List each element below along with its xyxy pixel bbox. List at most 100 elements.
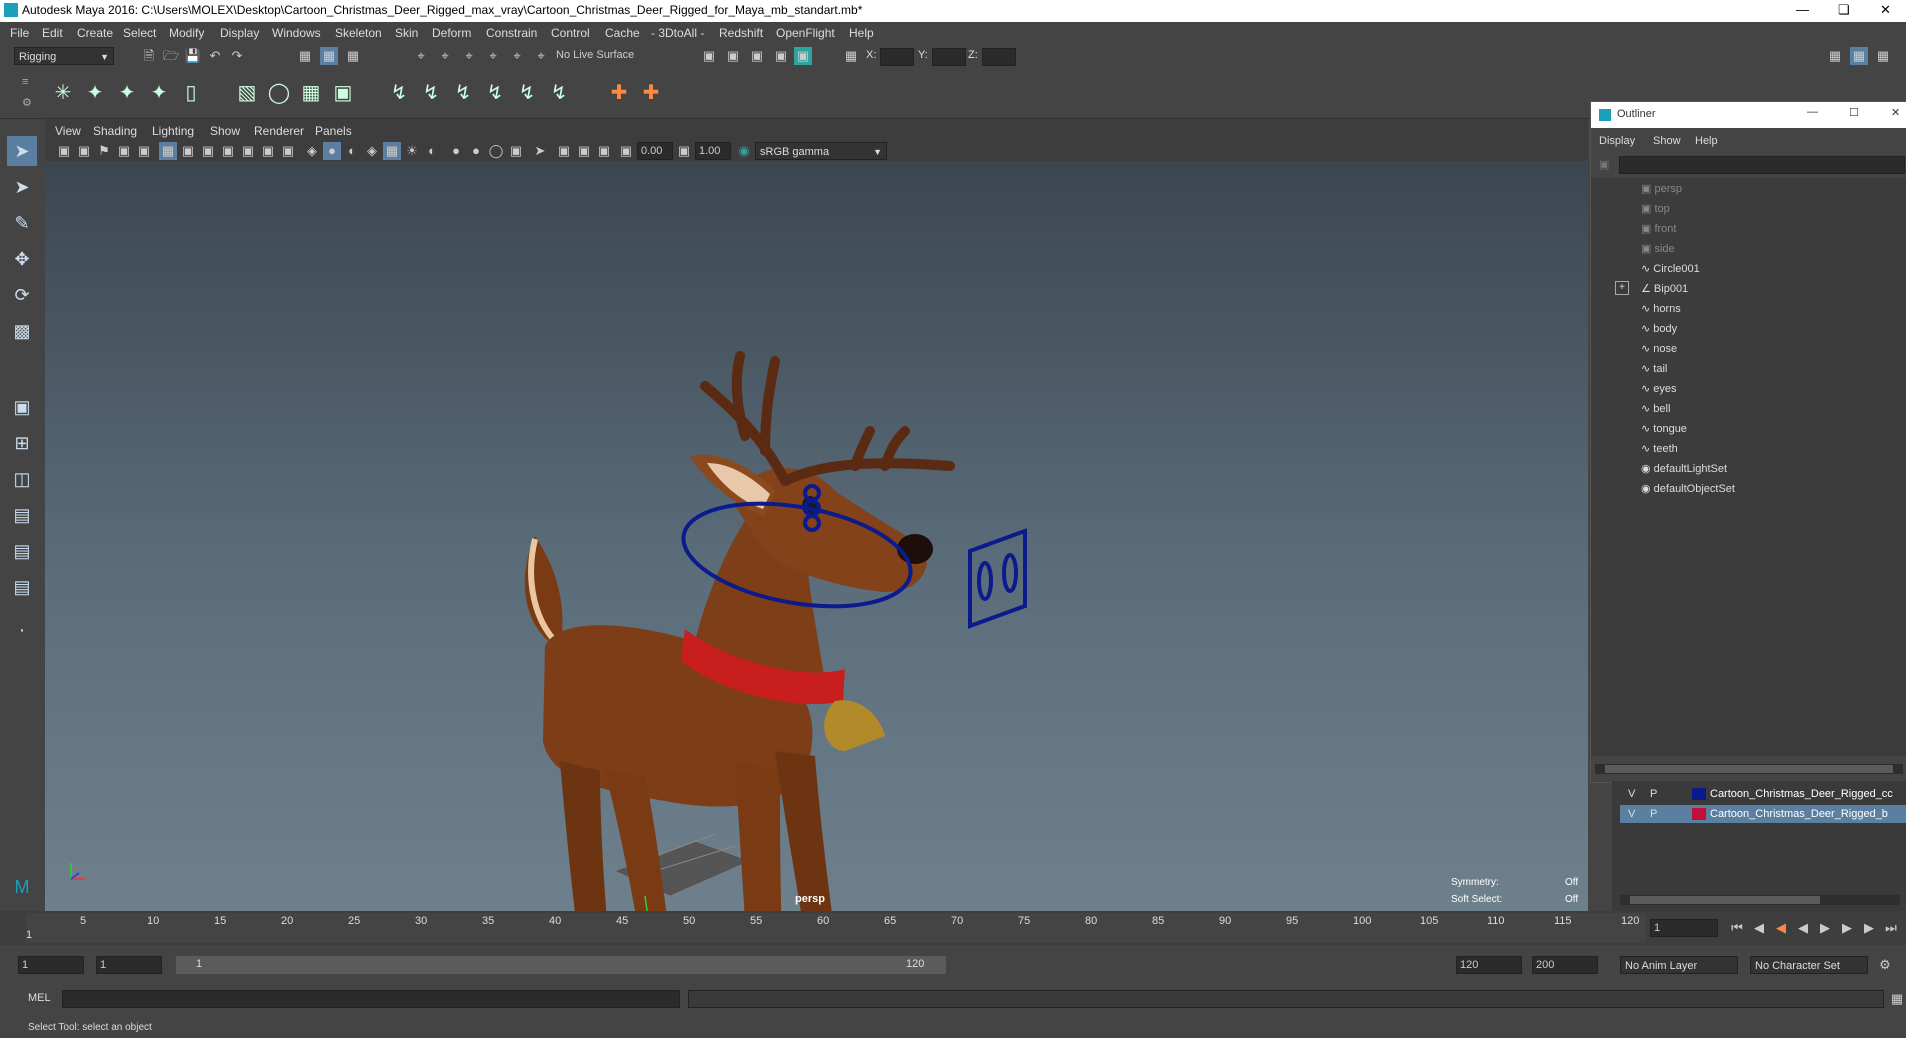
outliner-item[interactable]: ▣ top bbox=[1641, 202, 1670, 215]
layer-visibility[interactable]: V bbox=[1628, 808, 1635, 820]
outliner-item[interactable]: ∿ tongue bbox=[1641, 422, 1687, 435]
close-icon[interactable]: ✕ bbox=[1880, 2, 1891, 18]
outliner-item[interactable]: ∿ nose bbox=[1641, 342, 1677, 355]
menu-modify[interactable]: Modify bbox=[169, 26, 204, 40]
viewport-3d[interactable]: persp Symmetry: Off Soft Select: Off bbox=[45, 161, 1588, 911]
close-icon[interactable]: ✕ bbox=[1891, 106, 1900, 119]
menu-openflight[interactable]: OpenFlight bbox=[776, 26, 835, 40]
single-view-icon[interactable]: ▣ bbox=[7, 392, 37, 422]
menu-skin[interactable]: Skin bbox=[395, 26, 418, 40]
paint-weights-icon[interactable]: ◯ bbox=[264, 78, 294, 108]
outliner-item[interactable]: ∿ eyes bbox=[1641, 382, 1677, 395]
depth-of-field-icon[interactable]: ▣ bbox=[507, 142, 525, 160]
menu-set-dropdown[interactable]: Rigging ▼ bbox=[14, 47, 114, 65]
outliner-item[interactable]: ∿ body bbox=[1641, 322, 1677, 335]
undo-icon[interactable]: ↶ bbox=[206, 47, 224, 65]
anti-aliasing-icon[interactable]: ◯ bbox=[487, 142, 505, 160]
menu-display[interactable]: Display bbox=[220, 26, 259, 40]
layer-playback[interactable]: P bbox=[1650, 808, 1657, 820]
vp-menu-show[interactable]: Show bbox=[210, 124, 240, 138]
time-ruler[interactable]: 1 5 10 15 20 25 30 35 40 45 50 55 60 65 … bbox=[26, 913, 1646, 943]
menu-edit[interactable]: Edit bbox=[42, 26, 63, 40]
outliner-item[interactable]: ∿ horns bbox=[1641, 302, 1681, 315]
outliner-item[interactable]: ∠ Bip001 bbox=[1641, 282, 1688, 295]
play-forward-icon[interactable]: ▶ bbox=[1816, 919, 1834, 937]
rotate-tool-icon[interactable]: ⟳ bbox=[7, 280, 37, 310]
minimize-icon[interactable]: — bbox=[1796, 2, 1809, 17]
filter-icon[interactable]: ▣ bbox=[1599, 158, 1609, 171]
select-hierarchy-icon[interactable]: ▦ bbox=[296, 47, 314, 65]
joint-tool-icon[interactable]: ✳ bbox=[48, 78, 78, 108]
expand-layouts-icon[interactable]: ‧ bbox=[7, 616, 37, 646]
redo-icon[interactable]: ↷ bbox=[228, 47, 246, 65]
outliner-item[interactable]: ∿ bell bbox=[1641, 402, 1670, 415]
animation-start-field[interactable]: 1 bbox=[18, 956, 84, 974]
graph-persp-icon[interactable]: ▤ bbox=[7, 536, 37, 566]
motion-blur-icon[interactable]: ● bbox=[467, 142, 485, 160]
tool-settings-icon[interactable]: ▦ bbox=[1874, 47, 1892, 65]
xray-active-icon[interactable]: ▣ bbox=[575, 142, 593, 160]
outliner-item[interactable]: ◉ defaultObjectSet bbox=[1641, 482, 1735, 495]
y-coord-field[interactable] bbox=[932, 48, 966, 66]
grid-icon[interactable]: ▦ bbox=[159, 142, 177, 160]
playback-end-field[interactable]: 120 bbox=[1456, 956, 1522, 974]
restore-icon[interactable]: ❏ bbox=[1838, 2, 1850, 18]
open-scene-icon[interactable]: 🗁 bbox=[162, 47, 180, 65]
outliner-hscrollbar[interactable] bbox=[1595, 764, 1903, 774]
handle-icon[interactable]: ✚ bbox=[636, 78, 666, 108]
command-input[interactable] bbox=[62, 990, 680, 1008]
make-live-icon[interactable]: ⌖ bbox=[532, 47, 550, 65]
snap-surface-icon[interactable]: ⌖ bbox=[508, 47, 526, 65]
snap-view-icon[interactable]: ⌖ bbox=[484, 47, 502, 65]
hypershade-icon[interactable]: ▣ bbox=[772, 47, 790, 65]
ik-handle-icon[interactable]: ✦ bbox=[80, 78, 110, 108]
select-object-icon[interactable]: ▦ bbox=[320, 47, 338, 65]
exposure-icon[interactable]: ▣ bbox=[617, 142, 635, 160]
vp-menu-renderer[interactable]: Renderer bbox=[254, 124, 304, 138]
ik-spline-icon[interactable]: ✦ bbox=[112, 78, 142, 108]
parent-constraint-icon[interactable]: ↯ bbox=[512, 78, 542, 108]
layer-playback[interactable]: P bbox=[1650, 788, 1657, 800]
outliner-item[interactable]: ◉ defaultLightSet bbox=[1641, 462, 1727, 475]
go-to-start-icon[interactable]: ⏮ bbox=[1728, 919, 1746, 937]
2d-pan-zoom-icon[interactable]: ▣ bbox=[135, 142, 153, 160]
xray-joints-icon[interactable]: ▣ bbox=[595, 142, 613, 160]
snap-point-icon[interactable]: ⌖ bbox=[460, 47, 478, 65]
exposure-field[interactable]: 0.00 bbox=[637, 142, 673, 160]
image-plane-icon[interactable]: ▣ bbox=[115, 142, 133, 160]
scrollbar-thumb[interactable] bbox=[1605, 765, 1893, 773]
xray-icon[interactable]: ▣ bbox=[555, 142, 573, 160]
x-coord-field[interactable] bbox=[880, 48, 914, 66]
hypershade-persp-icon[interactable]: ▤ bbox=[7, 572, 37, 602]
move-tool-icon[interactable]: ✥ bbox=[7, 244, 37, 274]
anim-layer-dropdown[interactable]: No Anim Layer bbox=[1620, 956, 1738, 974]
step-back-key-icon[interactable]: ◀ bbox=[1750, 919, 1768, 937]
scrollbar-thumb[interactable] bbox=[1630, 896, 1820, 904]
script-editor-icon[interactable]: ▦ bbox=[1888, 990, 1906, 1008]
wireframe-on-shaded-icon[interactable]: ◈ bbox=[363, 142, 381, 160]
outliner-menu-display[interactable]: Display bbox=[1599, 135, 1635, 147]
layer-visibility[interactable]: V bbox=[1628, 788, 1635, 800]
safe-title-icon[interactable]: ▣ bbox=[279, 142, 297, 160]
render-settings-icon[interactable]: ▣ bbox=[700, 47, 718, 65]
menu-cache[interactable]: Cache bbox=[605, 26, 640, 40]
locator-icon[interactable]: ✚ bbox=[604, 78, 634, 108]
layer-hscrollbar[interactable] bbox=[1620, 895, 1900, 905]
layer-color-swatch[interactable] bbox=[1692, 808, 1706, 820]
outliner-menu-show[interactable]: Show bbox=[1653, 135, 1681, 147]
shelf-tab-options-icon[interactable]: ≡ bbox=[22, 76, 28, 88]
color-space-dropdown[interactable]: sRGB gamma ▼ bbox=[755, 142, 887, 160]
menu-control[interactable]: Control bbox=[551, 26, 590, 40]
lasso-tool-icon[interactable]: ➤ bbox=[7, 172, 37, 202]
bind-skin-icon[interactable]: ▧ bbox=[232, 78, 262, 108]
maximize-icon[interactable]: ☐ bbox=[1849, 106, 1859, 119]
vp-menu-lighting[interactable]: Lighting bbox=[152, 124, 194, 138]
outliner-search-input[interactable] bbox=[1619, 156, 1905, 174]
minimize-icon[interactable]: — bbox=[1807, 106, 1818, 118]
point-constraint-icon[interactable]: ↯ bbox=[384, 78, 414, 108]
expand-icon[interactable]: + bbox=[1615, 281, 1629, 295]
attribute-editor-icon[interactable]: ▦ bbox=[1850, 47, 1868, 65]
menu-redshift[interactable]: Redshift bbox=[719, 26, 763, 40]
safe-action-icon[interactable]: ▣ bbox=[259, 142, 277, 160]
isolate-select-icon[interactable]: ➤ bbox=[531, 142, 549, 160]
